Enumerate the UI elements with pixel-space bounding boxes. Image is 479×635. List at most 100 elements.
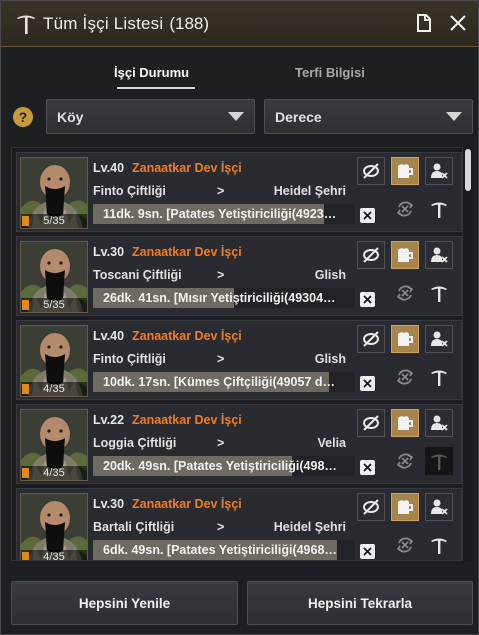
worker-destination: Glish [314, 268, 346, 282]
route-arrow: > [217, 520, 225, 534]
beer-icon[interactable] [391, 409, 419, 437]
task-text: 26dk. 41sn. [Mısır Yetiştiriciliği(49304… [103, 291, 336, 305]
worker-level: Lv.40 [93, 161, 125, 175]
stamina-counter: 4/35 [21, 550, 87, 561]
recover-stamina-icon[interactable] [357, 241, 385, 269]
repeat-icon[interactable] [391, 195, 419, 223]
worker-card[interactable]: 5/35 Lv.40 Zanaatkar Dev İşçi Finto Çift… [16, 152, 462, 232]
worker-job: Zanaatkar Dev İşçi [132, 413, 242, 427]
tab-promotion-info[interactable]: Terfi Bilgisi [295, 65, 365, 80]
scroll-thumb[interactable] [465, 149, 471, 191]
fire-worker-icon[interactable] [425, 409, 453, 437]
worker-list-window: Tüm İşçi Listesi (188) İşçi Durumu Terfi… [0, 0, 479, 635]
cancel-task-icon[interactable] [360, 376, 375, 391]
promote-icon[interactable] [425, 279, 453, 307]
promote-icon[interactable] [425, 447, 453, 475]
route-arrow: > [217, 352, 225, 366]
worker-origin: Finto Çiftliği [93, 184, 166, 198]
worker-avatar: 5/35 [20, 241, 88, 313]
task-progress-bar: 20dk. 49sn. [Patates Yetiştiriciliği(498… [93, 456, 355, 476]
footer: Hepsini Yenile Hepsini Tekrarla [1, 581, 478, 627]
task-progress-bar: 26dk. 41sn. [Mısır Yetiştiriciliği(49304… [93, 288, 355, 308]
refresh-all-button[interactable]: Hepsini Yenile [11, 581, 238, 625]
cancel-task-icon[interactable] [360, 460, 375, 475]
repeat-icon[interactable] [391, 531, 419, 559]
task-progress-bar: 6dk. 49sn. [Patates Yetiştiriciliği(4968… [93, 540, 355, 560]
filter-bar: ? Köy Derece [1, 99, 478, 135]
beer-icon[interactable] [391, 325, 419, 353]
stamina-counter: 5/35 [21, 298, 87, 312]
repeat-icon[interactable] [391, 363, 419, 391]
recover-stamina-icon[interactable] [357, 493, 385, 521]
worker-destination: Glish [314, 352, 346, 366]
cancel-task-icon[interactable] [360, 292, 375, 307]
worker-origin: Finto Çiftliği [93, 352, 166, 366]
location-select[interactable]: Köy [46, 99, 255, 134]
fire-worker-icon[interactable] [425, 157, 453, 185]
recover-stamina-icon[interactable] [357, 157, 385, 185]
recover-stamina-icon[interactable] [357, 409, 385, 437]
grade-select[interactable]: Derece [264, 99, 473, 134]
stamina-bar [22, 216, 29, 226]
beer-icon[interactable] [391, 493, 419, 521]
worker-destination: Velia [317, 436, 347, 450]
repeat-all-button[interactable]: Hepsini Tekrarla [247, 581, 473, 625]
worker-job: Zanaatkar Dev İşçi [132, 497, 242, 511]
task-text: 20dk. 49sn. [Patates Yetiştiriciliği(498… [103, 459, 337, 473]
stamina-text: 4/35 [43, 467, 65, 479]
worker-origin: Toscani Çiftliği [93, 268, 182, 282]
active-tab-indicator [117, 87, 195, 89]
task-text: 10dk. 17sn. [Kümes Çiftçiliği(49057 d… [103, 375, 336, 389]
stamina-counter: 4/35 [21, 466, 87, 480]
worker-list[interactable]: 5/35 Lv.40 Zanaatkar Dev İşçi Finto Çift… [11, 147, 463, 561]
worker-origin: Loggia Çiftliği [93, 436, 177, 450]
stamina-counter: 4/35 [21, 382, 87, 396]
stamina-bar [22, 468, 29, 478]
worker-job: Zanaatkar Dev İşçi [132, 329, 242, 343]
promote-icon[interactable] [425, 195, 453, 223]
caret-down-icon [446, 112, 462, 121]
location-select-value: Köy [57, 108, 84, 125]
worker-destination: Heidel Şehri [273, 184, 346, 198]
task-progress-bar: 10dk. 17sn. [Kümes Çiftçiliği(49057 d… [93, 372, 355, 392]
recover-stamina-icon[interactable] [357, 325, 385, 353]
worker-card[interactable]: 4/35 Lv.22 Zanaatkar Dev İşçi Loggia Çif… [16, 404, 462, 484]
worker-card[interactable]: 4/35 Lv.30 Zanaatkar Dev İşçi Bartali Çi… [16, 488, 462, 561]
worker-job: Zanaatkar Dev İşçi [132, 161, 242, 175]
worker-level: Lv.30 [93, 245, 125, 259]
route-arrow: > [217, 268, 225, 282]
task-text: 6dk. 49sn. [Patates Yetiştiriciliği(4968… [103, 543, 337, 557]
worker-avatar: 4/35 [20, 493, 88, 561]
repeat-icon[interactable] [391, 447, 419, 475]
worker-job: Zanaatkar Dev İşçi [132, 245, 242, 259]
document-icon[interactable] [414, 13, 434, 33]
scrollbar[interactable] [464, 147, 472, 561]
tab-worker-status[interactable]: İşçi Durumu [114, 65, 189, 80]
fire-worker-icon[interactable] [425, 241, 453, 269]
worker-avatar: 4/35 [20, 409, 88, 481]
repeat-icon[interactable] [391, 279, 419, 307]
title-bar[interactable]: Tüm İşçi Listesi (188) [1, 1, 478, 47]
stamina-bar [22, 300, 29, 310]
route-arrow: > [217, 184, 225, 198]
promote-icon[interactable] [425, 531, 453, 559]
worker-card[interactable]: 5/35 Lv.30 Zanaatkar Dev İşçi Toscani Çi… [16, 236, 462, 316]
task-progress-bar: 11dk. 9sn. [Patates Yetiştiriciliği(4923… [93, 204, 355, 224]
worker-card[interactable]: 4/35 Lv.40 Zanaatkar Dev İşçi Finto Çift… [16, 320, 462, 400]
worker-destination: Heidel Şehri [273, 520, 346, 534]
beer-icon[interactable] [391, 241, 419, 269]
help-icon[interactable]: ? [13, 107, 33, 127]
pickaxe-logo-icon [13, 11, 39, 37]
worker-level: Lv.22 [93, 413, 125, 427]
stamina-counter: 5/35 [21, 214, 87, 228]
promote-icon[interactable] [425, 363, 453, 391]
fire-worker-icon[interactable] [425, 325, 453, 353]
stamina-text: 4/35 [43, 383, 65, 395]
fire-worker-icon[interactable] [425, 493, 453, 521]
cancel-task-icon[interactable] [360, 544, 375, 559]
beer-icon[interactable] [391, 157, 419, 185]
cancel-task-icon[interactable] [360, 208, 375, 223]
grade-select-value: Derece [275, 108, 322, 125]
close-icon[interactable] [448, 13, 468, 33]
stamina-text: 4/35 [43, 551, 65, 561]
